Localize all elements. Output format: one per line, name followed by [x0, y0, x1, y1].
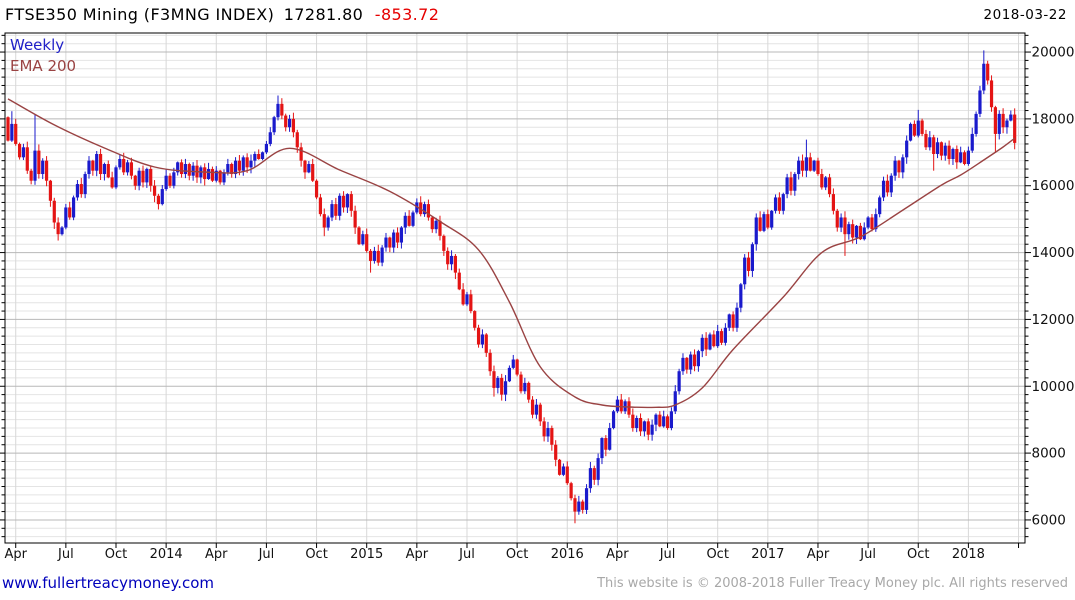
svg-text:Apr: Apr	[4, 547, 27, 562]
svg-text:16000: 16000	[1032, 178, 1075, 194]
price-chart: 6000 8000 10000 12000 14000 16000 18000 20000 Ap…	[0, 32, 1075, 562]
svg-text:8000: 8000	[1032, 446, 1066, 462]
svg-text:20000: 20000	[1032, 45, 1075, 61]
copyright-text: This website is © 2008-2018 Fuller Treac…	[597, 576, 1068, 591]
svg-text:Apr: Apr	[807, 547, 830, 562]
svg-text:Jul: Jul	[258, 547, 275, 562]
plot-frame	[4, 32, 1026, 544]
gridlines-vertical	[15, 33, 1020, 543]
chart-title: FTSE350 Mining (F3MNG INDEX)	[5, 5, 275, 24]
x-axis-labels: Apr Jul Oct 2014 Apr Jul Oct 2015 Apr Jul Oct 2016 A…	[4, 547, 984, 562]
svg-text:Jul: Jul	[57, 547, 74, 562]
svg-text:Apr: Apr	[406, 547, 429, 562]
candlesticks	[6, 50, 1017, 524]
svg-text:Oct: Oct	[506, 547, 528, 562]
site-link[interactable]: www.fullertreacymoney.com	[2, 574, 214, 592]
svg-text:12000: 12000	[1032, 312, 1075, 328]
svg-text:Apr: Apr	[205, 547, 228, 562]
svg-text:2014: 2014	[150, 547, 183, 562]
svg-text:2018: 2018	[952, 547, 985, 562]
legend-ema200: EMA 200	[10, 57, 77, 75]
svg-text:Apr: Apr	[606, 547, 629, 562]
chart-date: 2018-03-22	[983, 7, 1067, 23]
svg-text:2016: 2016	[551, 547, 584, 562]
svg-text:Oct: Oct	[706, 547, 728, 562]
svg-text:Jul: Jul	[659, 547, 676, 562]
svg-text:10000: 10000	[1032, 379, 1075, 395]
chart-window: 6000 8000 10000 12000 14000 16000 18000 20000 Ap…	[0, 0, 1075, 600]
svg-text:Oct: Oct	[105, 547, 127, 562]
legend-timeframe: Weekly	[10, 36, 65, 54]
svg-text:6000: 6000	[1032, 512, 1066, 528]
axis-ticks	[0, 34, 1031, 548]
last-price: 17281.80	[283, 5, 364, 24]
svg-text:Jul: Jul	[859, 547, 876, 562]
svg-text:14000: 14000	[1032, 245, 1075, 261]
svg-text:Oct: Oct	[907, 547, 929, 562]
svg-text:2015: 2015	[350, 547, 383, 562]
svg-text:Oct: Oct	[305, 547, 327, 562]
svg-text:Jul: Jul	[458, 547, 475, 562]
price-change: -853.72	[374, 5, 440, 24]
chart-header: FTSE350 Mining (F3MNG INDEX) 17281.80 -8…	[5, 5, 439, 24]
y-axis-labels: 6000 8000 10000 12000 14000 16000 18000 20000	[1032, 45, 1075, 529]
gridlines-minor	[5, 34, 1025, 538]
svg-text:18000: 18000	[1032, 111, 1075, 127]
svg-text:2017: 2017	[751, 547, 784, 562]
